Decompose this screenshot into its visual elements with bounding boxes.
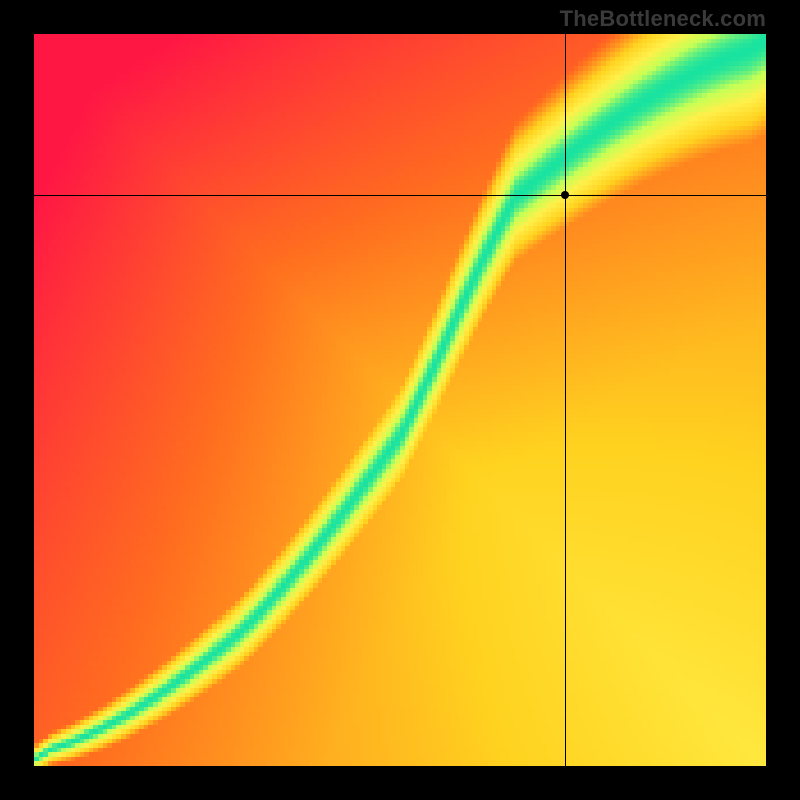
chart-stage: TheBottleneck.com: [0, 0, 800, 800]
heatmap-canvas: [34, 34, 766, 766]
watermark-text: TheBottleneck.com: [560, 6, 766, 32]
heatmap-plot: [34, 34, 766, 766]
